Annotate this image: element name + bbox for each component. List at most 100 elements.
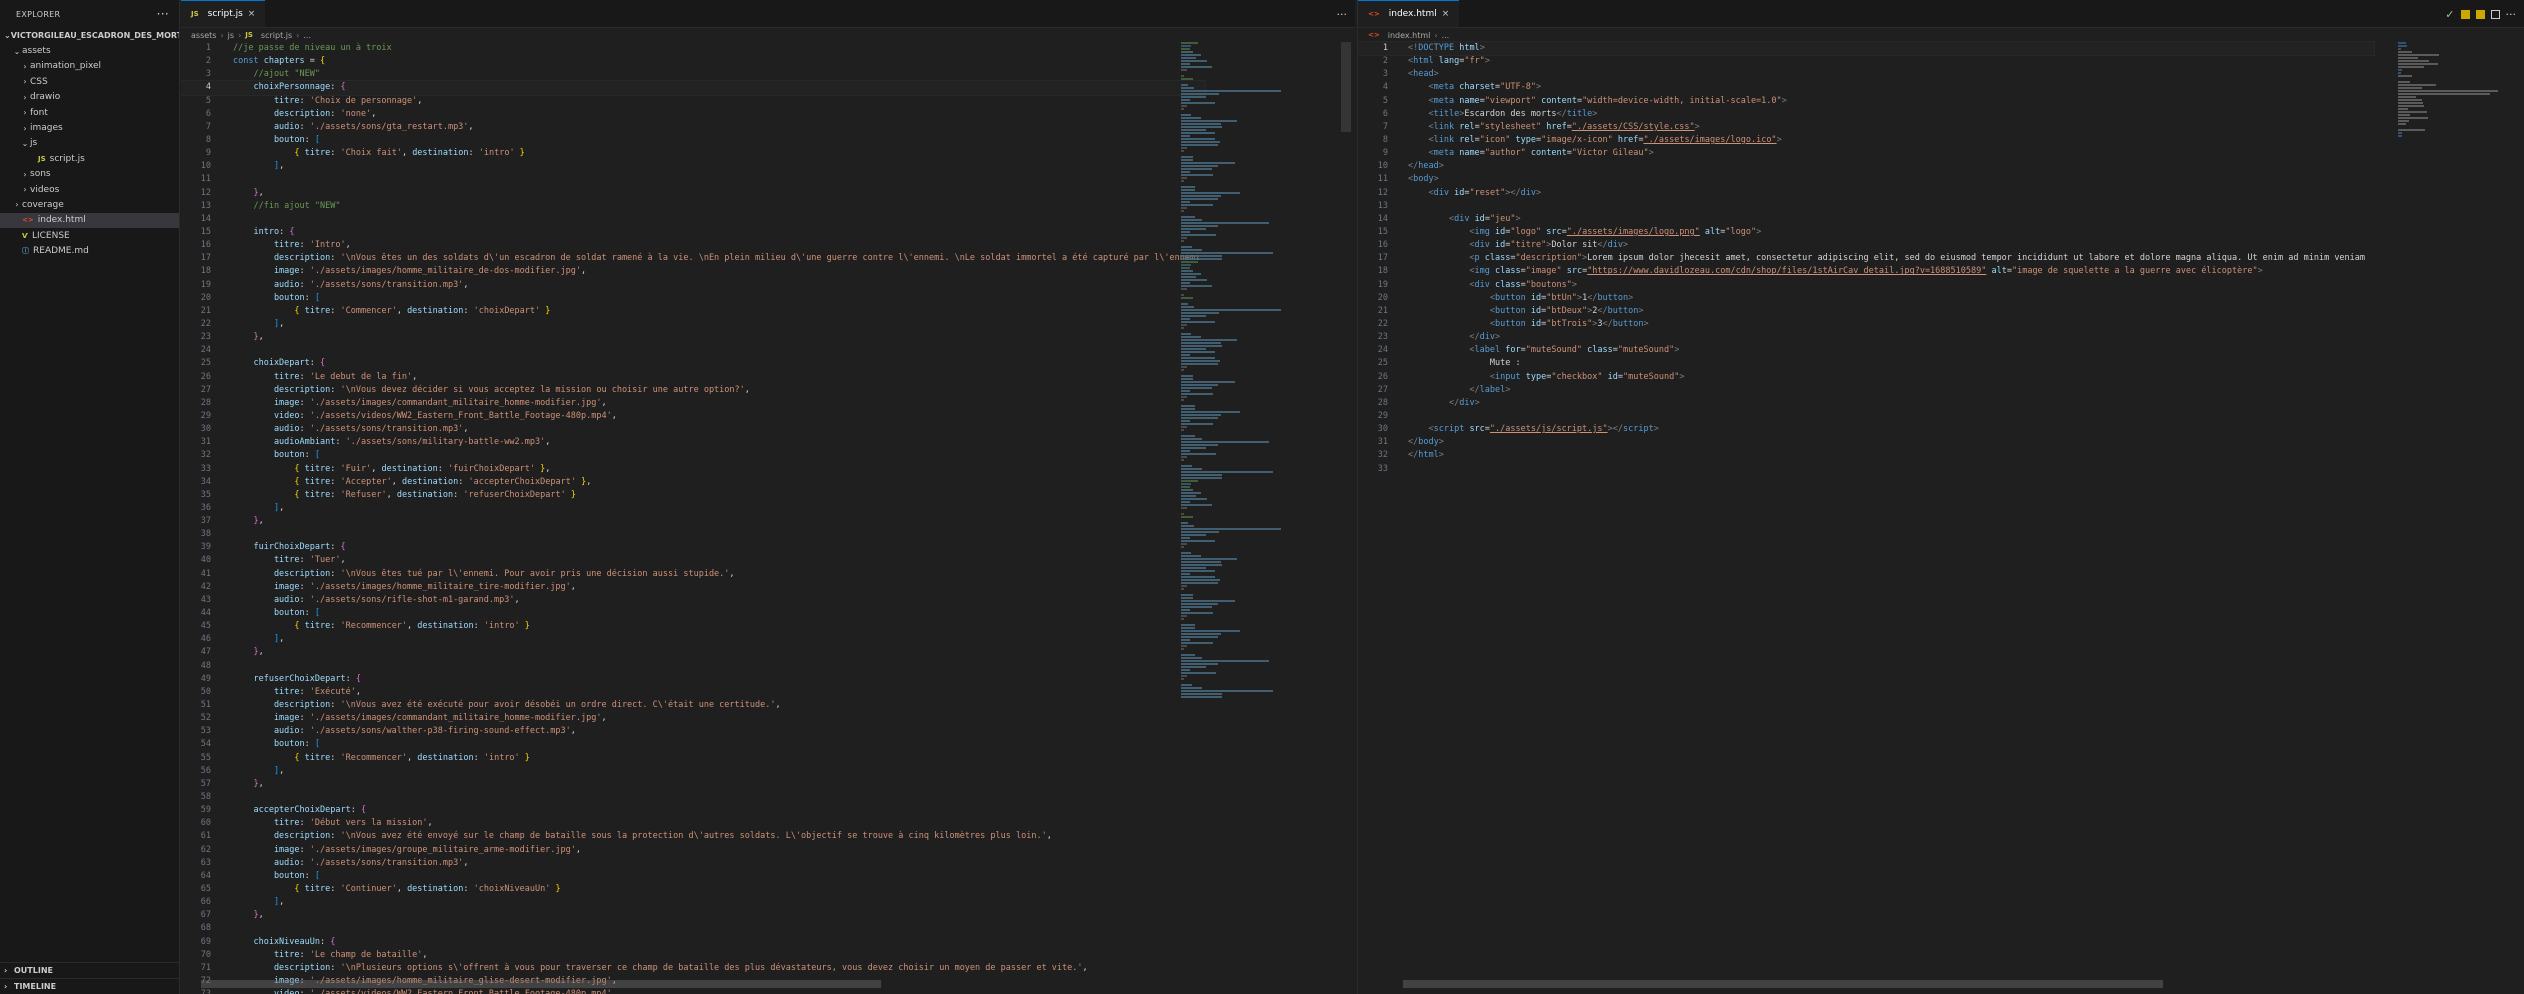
code-token: description — [233, 253, 331, 264]
code-token: , — [545, 463, 551, 474]
code-token: button — [1607, 305, 1639, 316]
line-number: 55 — [200, 752, 211, 763]
tree-item[interactable]: › images — [0, 120, 179, 135]
code-area[interactable]: 1 <!DOCTYPE html> 2 <html lang="fr"> 3 <head>… — [1358, 40, 2375, 994]
minimap[interactable] — [1181, 42, 1291, 994]
outline-section[interactable]: › OUTLINE — [0, 962, 180, 977]
code-token: : — [468, 148, 479, 159]
code-line: 62 image: './assets/images/groupe_milita… — [181, 844, 1205, 857]
horizontal-scrollbar[interactable] — [1403, 980, 2163, 988]
code-text: { titre: 'Recommencer', destination: 'in… — [215, 752, 530, 765]
vertical-scrollbar[interactable] — [1341, 42, 1351, 132]
code-token: > — [1505, 384, 1511, 395]
code-token: > — [1433, 174, 1439, 185]
code-text: ], — [215, 502, 284, 515]
horizontal-scrollbar[interactable] — [201, 980, 881, 988]
minimap-line — [1181, 627, 1195, 629]
tree-item[interactable]: › sons — [0, 167, 179, 182]
code-line: 63 audio: './assets/sons/transition.mp3'… — [181, 857, 1205, 870]
code-line: 28 image: './assets/images/commandant_mi… — [181, 397, 1205, 410]
minimap-line — [1181, 198, 1218, 200]
tree-item[interactable]: › font — [0, 105, 179, 120]
code-token: choixNiveauUn — [233, 936, 320, 947]
tree-item[interactable]: ⌄ assets — [0, 43, 179, 58]
tree-item[interactable]: ⌄ js — [0, 136, 179, 151]
code-token: { — [294, 463, 305, 474]
tree-item[interactable]: Ѵ LICENSE — [0, 228, 179, 243]
preview-icon[interactable] — [2460, 9, 2470, 19]
close-icon[interactable]: × — [1442, 9, 1450, 19]
code-token: alt — [1704, 226, 1721, 237]
minimap-line — [1181, 477, 1223, 479]
code-line: 65 { titre: 'Continuer', destination: 'c… — [181, 883, 1205, 896]
tab-script-js[interactable]: JS script.js × — [181, 0, 266, 27]
tree-item[interactable]: › CSS — [0, 74, 179, 89]
tree-item[interactable]: › videos — [0, 182, 179, 197]
line-number: 18 — [200, 266, 211, 277]
minimap-line — [1181, 612, 1213, 614]
code-text: audio: './assets/sons/walther-p38-firing… — [215, 725, 576, 738]
minimap-line — [1181, 324, 1187, 326]
breadcrumb-item[interactable]: script.js — [261, 31, 292, 40]
breadcrumb-item[interactable]: assets — [191, 31, 216, 40]
code-token: : — [299, 857, 310, 868]
line-number: 48 — [200, 660, 211, 671]
code-line: 69 choixNiveauUn: { — [181, 936, 1205, 949]
code-line: 46 ], — [181, 633, 1205, 646]
code-text: bouton: [ — [215, 292, 320, 305]
chevron-right-icon: › — [23, 77, 27, 87]
code-token: "btTrois" — [1546, 318, 1593, 329]
more-actions-icon[interactable]: ··· — [157, 7, 169, 21]
minimap-line — [1181, 189, 1195, 191]
more-actions-icon[interactable]: ··· — [2506, 8, 2517, 21]
code-text: audio: './assets/sons/transition.mp3', — [215, 279, 469, 292]
line-number: 59 — [200, 805, 211, 816]
breadcrumb-item[interactable]: js — [228, 31, 234, 40]
tree-item[interactable]: › drawio — [0, 90, 179, 105]
split-editor-icon[interactable] — [2490, 9, 2500, 19]
code-token: { — [340, 542, 346, 553]
minimap-line — [2398, 51, 2413, 53]
breadcrumb-item[interactable]: ... — [1442, 31, 1450, 40]
minimap-line — [1181, 57, 1197, 59]
tab-index-html[interactable]: <> index.html × — [1358, 0, 1460, 27]
minimap[interactable] — [2398, 42, 2498, 994]
minimap-line — [1181, 363, 1218, 365]
code-token: type — [1525, 371, 1547, 382]
minimap-line — [1181, 504, 1213, 506]
breadcrumb-item[interactable]: index.html — [1388, 31, 1431, 40]
workspace-root[interactable]: ⌄ VICTORGILEAU_ESCADRON_DES_MORTS_2... — [0, 28, 179, 43]
line-number: 51 — [200, 700, 211, 711]
html-file-icon: <> — [1368, 10, 1380, 18]
code-token: './assets/videos/WW2_Eastern_Front_Battl… — [310, 989, 612, 994]
code-token: > — [1776, 134, 1782, 145]
tree-item-label: sons — [30, 169, 51, 180]
minimap-line — [1181, 618, 1185, 620]
code-text: Mute : — [1392, 357, 1521, 370]
tree-item[interactable]: › animation_pixel — [0, 59, 179, 74]
more-actions-icon[interactable]: ··· — [1337, 8, 1348, 21]
code-token: > — [1433, 69, 1439, 80]
close-icon[interactable]: × — [248, 9, 256, 19]
license-file-icon: Ѵ — [22, 231, 28, 240]
code-token: [ — [314, 870, 321, 881]
minimap-line — [1181, 345, 1223, 347]
line-number: 38 — [200, 529, 211, 540]
line-number: 43 — [200, 594, 211, 605]
chevron-right-icon: › — [23, 169, 27, 179]
minimap-line — [1181, 90, 1281, 92]
tree-item[interactable]: › coverage — [0, 197, 179, 212]
minimap-line — [1181, 282, 1191, 284]
tree-item[interactable]: ⓘ README.md — [0, 243, 179, 258]
code-token: html — [1459, 43, 1480, 53]
tree-item[interactable]: JS script.js — [0, 151, 179, 166]
code-area[interactable]: 1 //je passe de niveau un à troix 2 const c… — [181, 42, 1206, 994]
explorer-sidebar: EXPLORER ··· ⌄ VICTORGILEAU_ESCADRON_DES… — [0, 0, 180, 994]
check-icon[interactable]: ✓ — [2445, 8, 2454, 21]
code-token: titre — [233, 555, 300, 566]
code-token: div — [1474, 279, 1496, 290]
timeline-section[interactable]: › TIMELINE — [0, 978, 180, 993]
open-changes-icon[interactable] — [2475, 9, 2485, 19]
tree-item[interactable]: <> index.html — [0, 212, 179, 229]
breadcrumb-item[interactable]: ... — [303, 31, 311, 40]
